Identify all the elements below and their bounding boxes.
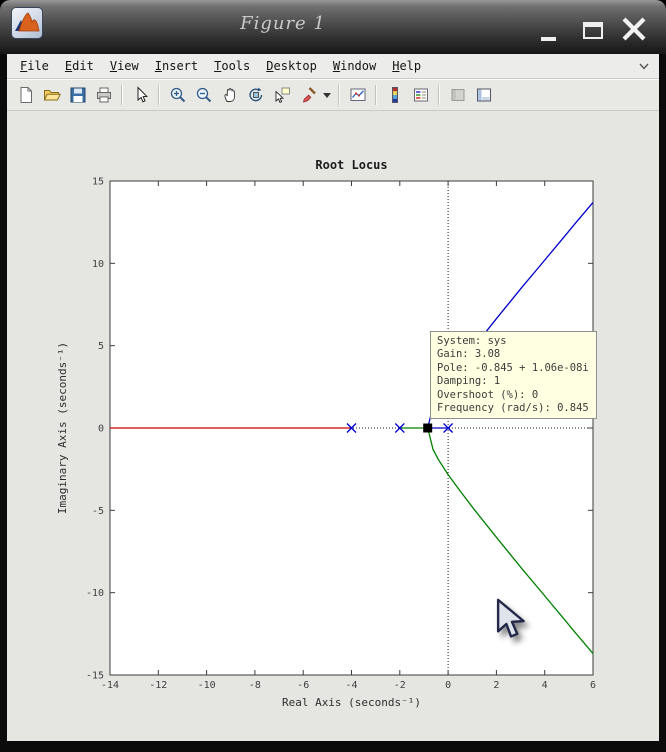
open-file-button[interactable] (39, 83, 64, 107)
open-file-icon (43, 90, 61, 101)
x-tick-label: 2 (493, 680, 499, 691)
insert-colorbar-button[interactable] (382, 83, 407, 107)
x-tick-label: 4 (542, 680, 548, 691)
root-locus-plot-container: -14 -12 -10 -8 -6 -4 -2 0 2 4 6 -15 -10 -5 0 5 10 15 Root … (7, 111, 659, 741)
menu-insert[interactable]: Insert (155, 59, 198, 73)
y-tick-label: 15 (92, 177, 104, 188)
pointer-button[interactable] (128, 83, 153, 107)
y-tick-label: -15 (86, 671, 104, 682)
selected-point-marker (423, 423, 433, 433)
menu-edit[interactable]: Edit (65, 59, 94, 73)
datatip-line-system: System: sys (437, 335, 507, 347)
rotate-3d-icon (248, 87, 262, 102)
datatip-line-damping: Damping: 1 (437, 375, 501, 388)
new-file-icon (20, 87, 32, 103)
new-file-button[interactable] (13, 83, 38, 107)
y-tick-label: -5 (92, 506, 104, 517)
link-plots-icon (350, 88, 365, 101)
mouse-cursor (496, 598, 530, 647)
menubar: File Edit View Insert Tools Desktop Wind… (7, 54, 659, 79)
brush-icon (302, 87, 316, 103)
datatip-line-overshoot: Overshoot (%): 0 (437, 388, 539, 401)
pan-hand-icon (224, 87, 235, 102)
figure-window: Figure 1 File Edit View Insert Tools Des… (0, 0, 666, 752)
brush-dropdown-icon (323, 92, 331, 98)
close-button[interactable] (618, 13, 650, 45)
menu-help[interactable]: Help (392, 59, 421, 73)
brush-dropdown-button[interactable] (321, 83, 333, 107)
datatip-line-pole: Pole: -0.845 + 1.06e-08i (437, 361, 589, 374)
zoom-in-icon (170, 87, 185, 103)
toolbar-separator (121, 85, 123, 105)
pointer-icon (137, 86, 148, 103)
x-tick-label: 6 (590, 680, 596, 691)
toolbar (7, 79, 659, 111)
x-tick-label: -6 (297, 680, 309, 691)
y-tick-label: 0 (98, 424, 104, 435)
print-button[interactable] (91, 83, 116, 107)
x-tick-label: 0 (445, 680, 451, 691)
chart-title: Root Locus (315, 158, 387, 172)
brush-button[interactable] (295, 83, 320, 107)
link-plots-button[interactable] (345, 83, 370, 107)
data-cursor-button[interactable] (269, 83, 294, 107)
pan-button[interactable] (217, 83, 242, 107)
maximize-button[interactable] (580, 18, 606, 43)
data-cursor-icon (275, 87, 290, 103)
show-plot-tools-icon (476, 88, 491, 102)
datatip[interactable]: System: sys Gain: 3.08 Pole: -0.845 + 1.… (430, 331, 597, 420)
menu-window[interactable]: Window (333, 59, 376, 73)
save-button[interactable] (65, 83, 90, 107)
insert-legend-button[interactable] (408, 83, 433, 107)
mouse-cursor-icon (496, 598, 525, 638)
menu-view[interactable]: View (110, 59, 139, 73)
zoom-out-button[interactable] (191, 83, 216, 107)
zoom-out-icon (196, 87, 211, 103)
toolbar-separator (375, 85, 377, 105)
hide-plot-tools-button[interactable] (445, 83, 470, 107)
y-axis-label: Imaginary Axis (seconds⁻¹) (56, 342, 69, 514)
toolbar-separator (158, 85, 160, 105)
insert-colorbar-icon (391, 87, 398, 103)
x-tick-label: -2 (394, 680, 406, 691)
x-tick-label: -14 (101, 680, 119, 691)
root-locus-plot[interactable]: -14 -12 -10 -8 -6 -4 -2 0 2 4 6 -15 -10 -5 0 5 10 15 Root … (7, 111, 659, 741)
menu-desktop[interactable]: Desktop (266, 59, 317, 73)
minimize-icon (540, 37, 556, 41)
x-tick-label: -12 (149, 680, 167, 691)
rotate-3d-button[interactable] (243, 83, 268, 107)
window-body: File Edit View Insert Tools Desktop Wind… (7, 54, 659, 741)
toolbar-separator (338, 85, 340, 105)
show-plot-tools-button[interactable] (471, 83, 496, 107)
titlebar[interactable]: Figure 1 (0, 0, 666, 54)
x-tick-label: -10 (198, 680, 216, 691)
menu-overflow-button[interactable] (639, 63, 649, 70)
datatip-line-gain: Gain: 3.08 (437, 348, 501, 361)
window-title: Figure 1 (240, 13, 326, 34)
x-axis-label: Real Axis (seconds⁻¹) (282, 696, 421, 709)
close-icon (622, 17, 646, 41)
save-icon (70, 87, 85, 103)
chevron-down-icon (639, 63, 649, 70)
minimize-button[interactable] (536, 29, 560, 43)
toolbar-separator (438, 85, 440, 105)
insert-legend-icon (413, 88, 428, 102)
zoom-in-button[interactable] (165, 83, 190, 107)
datatip-line-frequency: Frequency (rad/s): 0.845 (437, 402, 589, 415)
hide-plot-tools-icon (451, 89, 464, 101)
y-tick-label: 10 (92, 259, 104, 270)
menu-tools[interactable]: Tools (214, 59, 250, 73)
maximize-icon (583, 22, 603, 39)
y-tick-label: 5 (98, 341, 104, 352)
figure-canvas[interactable]: -14 -12 -10 -8 -6 -4 -2 0 2 4 6 -15 -10 -5 0 5 10 15 Root … (7, 111, 659, 741)
print-icon (96, 87, 111, 103)
y-tick-label: -10 (86, 588, 104, 599)
x-tick-label: -8 (249, 680, 261, 691)
menu-file[interactable]: File (20, 59, 49, 73)
x-tick-label: -4 (345, 680, 357, 691)
